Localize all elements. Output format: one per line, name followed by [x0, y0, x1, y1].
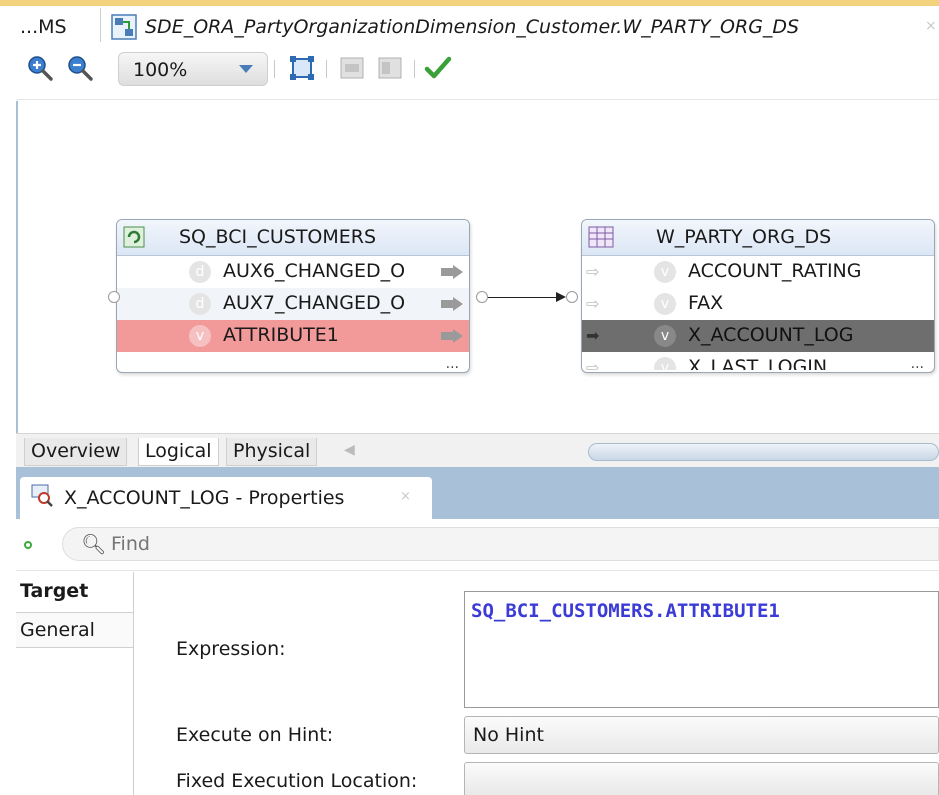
- expression-value: SQ_BCI_CUSTOMERS.ATTRIBUTE1: [471, 600, 780, 622]
- mapping-diagram-canvas[interactable]: SQ_BCI_CUSTOMERS d AUX6_CHANGED_O d AUX7…: [16, 101, 939, 433]
- toolbar-divider: [326, 60, 327, 78]
- tab-logical[interactable]: Logical: [138, 438, 219, 466]
- d-badge-icon: d: [189, 293, 211, 315]
- expression-label: Expression:: [176, 638, 286, 660]
- input-arrow-icon: ➡: [586, 326, 600, 345]
- scroll-left-icon[interactable]: ◀: [344, 442, 355, 458]
- properties-icon: [31, 484, 53, 507]
- source-out-port[interactable]: [476, 291, 488, 303]
- tab-overview[interactable]: Overview: [24, 438, 128, 466]
- tab-ms[interactable]: ...MS: [20, 16, 67, 38]
- zoom-out-icon[interactable]: [66, 54, 94, 82]
- source-row-label: AUX6_CHANGED_O: [223, 260, 406, 282]
- v-badge-icon: v: [654, 325, 676, 347]
- output-arrow-icon: [441, 265, 463, 279]
- target-row[interactable]: ⇨ v X_LAST_LOGIN: [582, 352, 934, 370]
- more-columns[interactable]: ...: [911, 356, 924, 372]
- refresh-icon: [123, 226, 145, 248]
- expression-field[interactable]: SQ_BCI_CUSTOMERS.ATTRIBUTE1: [464, 591, 939, 708]
- properties-view-icon[interactable]: [376, 54, 404, 82]
- input-arrow-icon: ⇨: [586, 358, 600, 371]
- source-row-label: ATTRIBUTE1: [223, 324, 339, 346]
- properties-side-nav: Target General: [16, 572, 134, 795]
- datastore-table-icon: [588, 226, 614, 248]
- target-node-header: W_PARTY_ORG_DS: [582, 220, 934, 256]
- search-input[interactable]: [111, 530, 811, 558]
- source-node-title: SQ_BCI_CUSTOMERS: [179, 226, 377, 248]
- v-badge-icon: v: [654, 293, 676, 315]
- source-row[interactable]: d AUX6_CHANGED_O: [117, 256, 469, 288]
- tab-physical[interactable]: Physical: [226, 438, 318, 466]
- toolbar-divider: [274, 60, 275, 78]
- target-node-title: W_PARTY_ORG_DS: [656, 226, 832, 248]
- output-arrow-icon: [441, 297, 463, 311]
- source-node-header: SQ_BCI_CUSTOMERS: [117, 220, 469, 256]
- target-row[interactable]: ⇨ v FAX: [582, 288, 934, 320]
- find-field[interactable]: 🔍︎: [62, 527, 939, 561]
- editor-tab-bar: ...MS SDE_ORA_PartyOrganizationDimension…: [0, 0, 939, 48]
- v-badge-icon: v: [654, 261, 676, 283]
- zoom-level-select[interactable]: 100%: [118, 52, 268, 86]
- find-bar: 🔍︎: [16, 519, 939, 571]
- target-row-selected[interactable]: ➡ v X_ACCOUNT_LOG: [582, 320, 934, 352]
- target-row-label: X_ACCOUNT_LOG: [688, 324, 854, 346]
- execute-on-hint-select[interactable]: No Hint: [464, 716, 939, 754]
- execute-on-hint-label: Execute on Hint:: [176, 724, 334, 746]
- nav-item-general[interactable]: General: [16, 612, 134, 648]
- target-row-label: FAX: [688, 292, 724, 314]
- diagram-toolbar: 100%: [16, 42, 939, 100]
- v-badge-icon: v: [654, 357, 676, 370]
- nav-item-target[interactable]: Target: [20, 580, 88, 602]
- close-icon[interactable]: ×: [925, 18, 937, 34]
- checkmark-icon[interactable]: [424, 54, 452, 82]
- fixed-execution-location-select[interactable]: [464, 762, 939, 795]
- source-in-port[interactable]: [108, 291, 120, 303]
- target-row-label: ACCOUNT_RATING: [688, 260, 862, 282]
- source-row[interactable]: d AUX7_CHANGED_O: [117, 288, 469, 320]
- toolbar-divider: [414, 60, 415, 78]
- target-row-label: X_LAST_LOGIN: [688, 356, 828, 370]
- more-columns[interactable]: ...: [446, 356, 459, 372]
- zoom-in-icon[interactable]: [26, 54, 54, 82]
- v-badge-icon: v: [189, 325, 211, 347]
- fixed-execution-location-label: Fixed Execution Location:: [176, 770, 418, 792]
- d-badge-icon: d: [189, 261, 211, 283]
- tab-document-title: SDE_ORA_PartyOrganizationDimension_Custo…: [145, 16, 800, 38]
- source-row-label: AUX7_CHANGED_O: [223, 292, 406, 314]
- input-arrow-icon: ⇨: [586, 294, 600, 313]
- mapping-link[interactable]: [488, 297, 562, 298]
- target-row[interactable]: ⇨ v ACCOUNT_RATING: [582, 256, 934, 288]
- fit-to-window-icon[interactable]: [288, 54, 316, 82]
- target-in-port[interactable]: [566, 291, 578, 303]
- status-dot-icon: [24, 541, 32, 549]
- properties-title: X_ACCOUNT_LOG - Properties: [64, 487, 345, 509]
- zoom-value: 100%: [133, 59, 188, 81]
- properties-panel-header: X_ACCOUNT_LOG - Properties ×: [16, 467, 939, 519]
- source-row-highlighted[interactable]: v ATTRIBUTE1: [117, 320, 469, 352]
- search-icon: 🔍︎: [81, 532, 107, 556]
- execute-on-hint-value: No Hint: [473, 724, 544, 746]
- mapping-icon: [111, 14, 137, 40]
- chevron-down-icon: [239, 65, 253, 73]
- tab-properties[interactable]: X_ACCOUNT_LOG - Properties ×: [20, 477, 432, 519]
- output-arrow-icon: [441, 329, 463, 343]
- close-icon[interactable]: ×: [400, 489, 411, 504]
- input-arrow-icon: ⇨: [586, 262, 600, 281]
- horizontal-scrollbar[interactable]: [588, 443, 939, 461]
- target-node[interactable]: W_PARTY_ORG_DS ⇨ v ACCOUNT_RATING ⇨ v FA…: [581, 219, 935, 373]
- diagram-view-tabs: Overview Logical Physical ◀: [16, 433, 939, 467]
- link-arrowhead-icon: [556, 292, 566, 302]
- layout-icon[interactable]: [338, 54, 366, 82]
- source-node[interactable]: SQ_BCI_CUSTOMERS d AUX6_CHANGED_O d AUX7…: [116, 219, 470, 373]
